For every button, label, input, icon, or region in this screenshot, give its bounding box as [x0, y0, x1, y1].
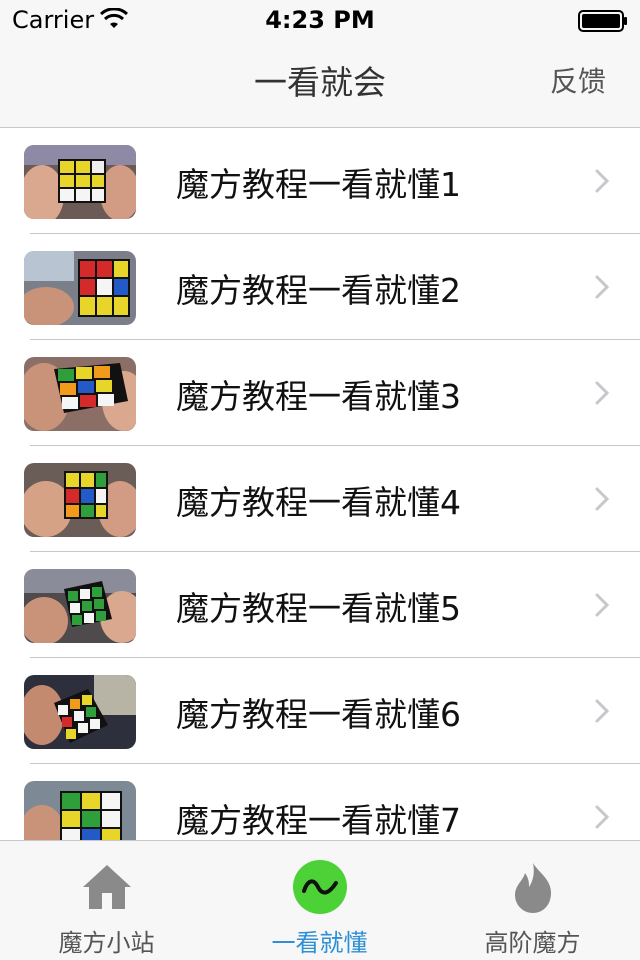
page-title: 一看就会: [254, 63, 386, 102]
chevron-right-icon: [595, 487, 610, 511]
chevron-right-icon: [595, 275, 610, 299]
cube-thumbnail: [24, 675, 136, 749]
cube-thumbnail: [24, 251, 136, 325]
wave-icon: [292, 860, 347, 914]
list-item[interactable]: 魔方教程一看就懂7: [0, 764, 640, 840]
list-item[interactable]: 魔方教程一看就懂3: [0, 340, 640, 446]
chevron-right-icon: [595, 169, 610, 193]
chevron-right-icon: [595, 381, 610, 405]
list-item[interactable]: 魔方教程一看就懂2: [0, 234, 640, 340]
list-item[interactable]: 魔方教程一看就懂1: [0, 128, 640, 234]
cube-thumbnail: [24, 357, 136, 431]
chevron-right-icon: [595, 699, 610, 723]
screen: Carrier 4:23 PM 一看就会 反馈 魔方教程一看就懂1 魔方教程一看…: [0, 0, 640, 960]
tab-label: 高阶魔方: [484, 929, 581, 957]
list-item-title: 魔方教程一看就懂6: [176, 695, 461, 734]
tab-advanced-cube[interactable]: 高阶魔方: [426, 841, 639, 960]
list-item[interactable]: 魔方教程一看就懂4: [0, 446, 640, 552]
list-item[interactable]: 魔方教程一看就懂6: [0, 658, 640, 764]
tab-label: 魔方小站: [58, 929, 155, 957]
cube-thumbnail: [24, 569, 136, 643]
status-bar: Carrier 4:23 PM: [0, 0, 640, 40]
tab-bar: 魔方小站 一看就懂 高阶魔方: [0, 840, 640, 960]
cube-thumbnail: [24, 781, 136, 840]
tutorial-list[interactable]: 魔方教程一看就懂1 魔方教程一看就懂2 魔方教程一看就懂3 魔方教程一看就懂4 …: [0, 128, 640, 840]
navigation-bar: 一看就会 反馈: [0, 40, 640, 128]
status-time: 4:23 PM: [265, 6, 375, 34]
chevron-right-icon: [595, 593, 610, 617]
chevron-right-icon: [595, 805, 610, 829]
list-item-title: 魔方教程一看就懂3: [176, 377, 461, 416]
home-icon: [82, 865, 131, 909]
feedback-button[interactable]: 反馈: [550, 60, 606, 100]
cube-thumbnail: [24, 463, 136, 537]
list-item-title: 魔方教程一看就懂5: [176, 589, 461, 628]
cube-thumbnail: [24, 145, 136, 219]
list-item-title: 魔方教程一看就懂4: [176, 483, 461, 522]
flame-icon: [514, 863, 551, 913]
list-item[interactable]: 魔方教程一看就懂5: [0, 552, 640, 658]
tab-label: 一看就懂: [271, 929, 368, 957]
tab-easy-learn[interactable]: 一看就懂: [213, 841, 426, 960]
list-item-title: 魔方教程一看就懂7: [176, 801, 461, 840]
tab-cube-station[interactable]: 魔方小站: [0, 841, 213, 960]
list-item-title: 魔方教程一看就懂2: [176, 271, 461, 310]
list-item-title: 魔方教程一看就懂1: [176, 165, 461, 204]
battery-icon: [578, 10, 627, 32]
top-bar: Carrier 4:23 PM 一看就会 反馈: [0, 0, 640, 128]
